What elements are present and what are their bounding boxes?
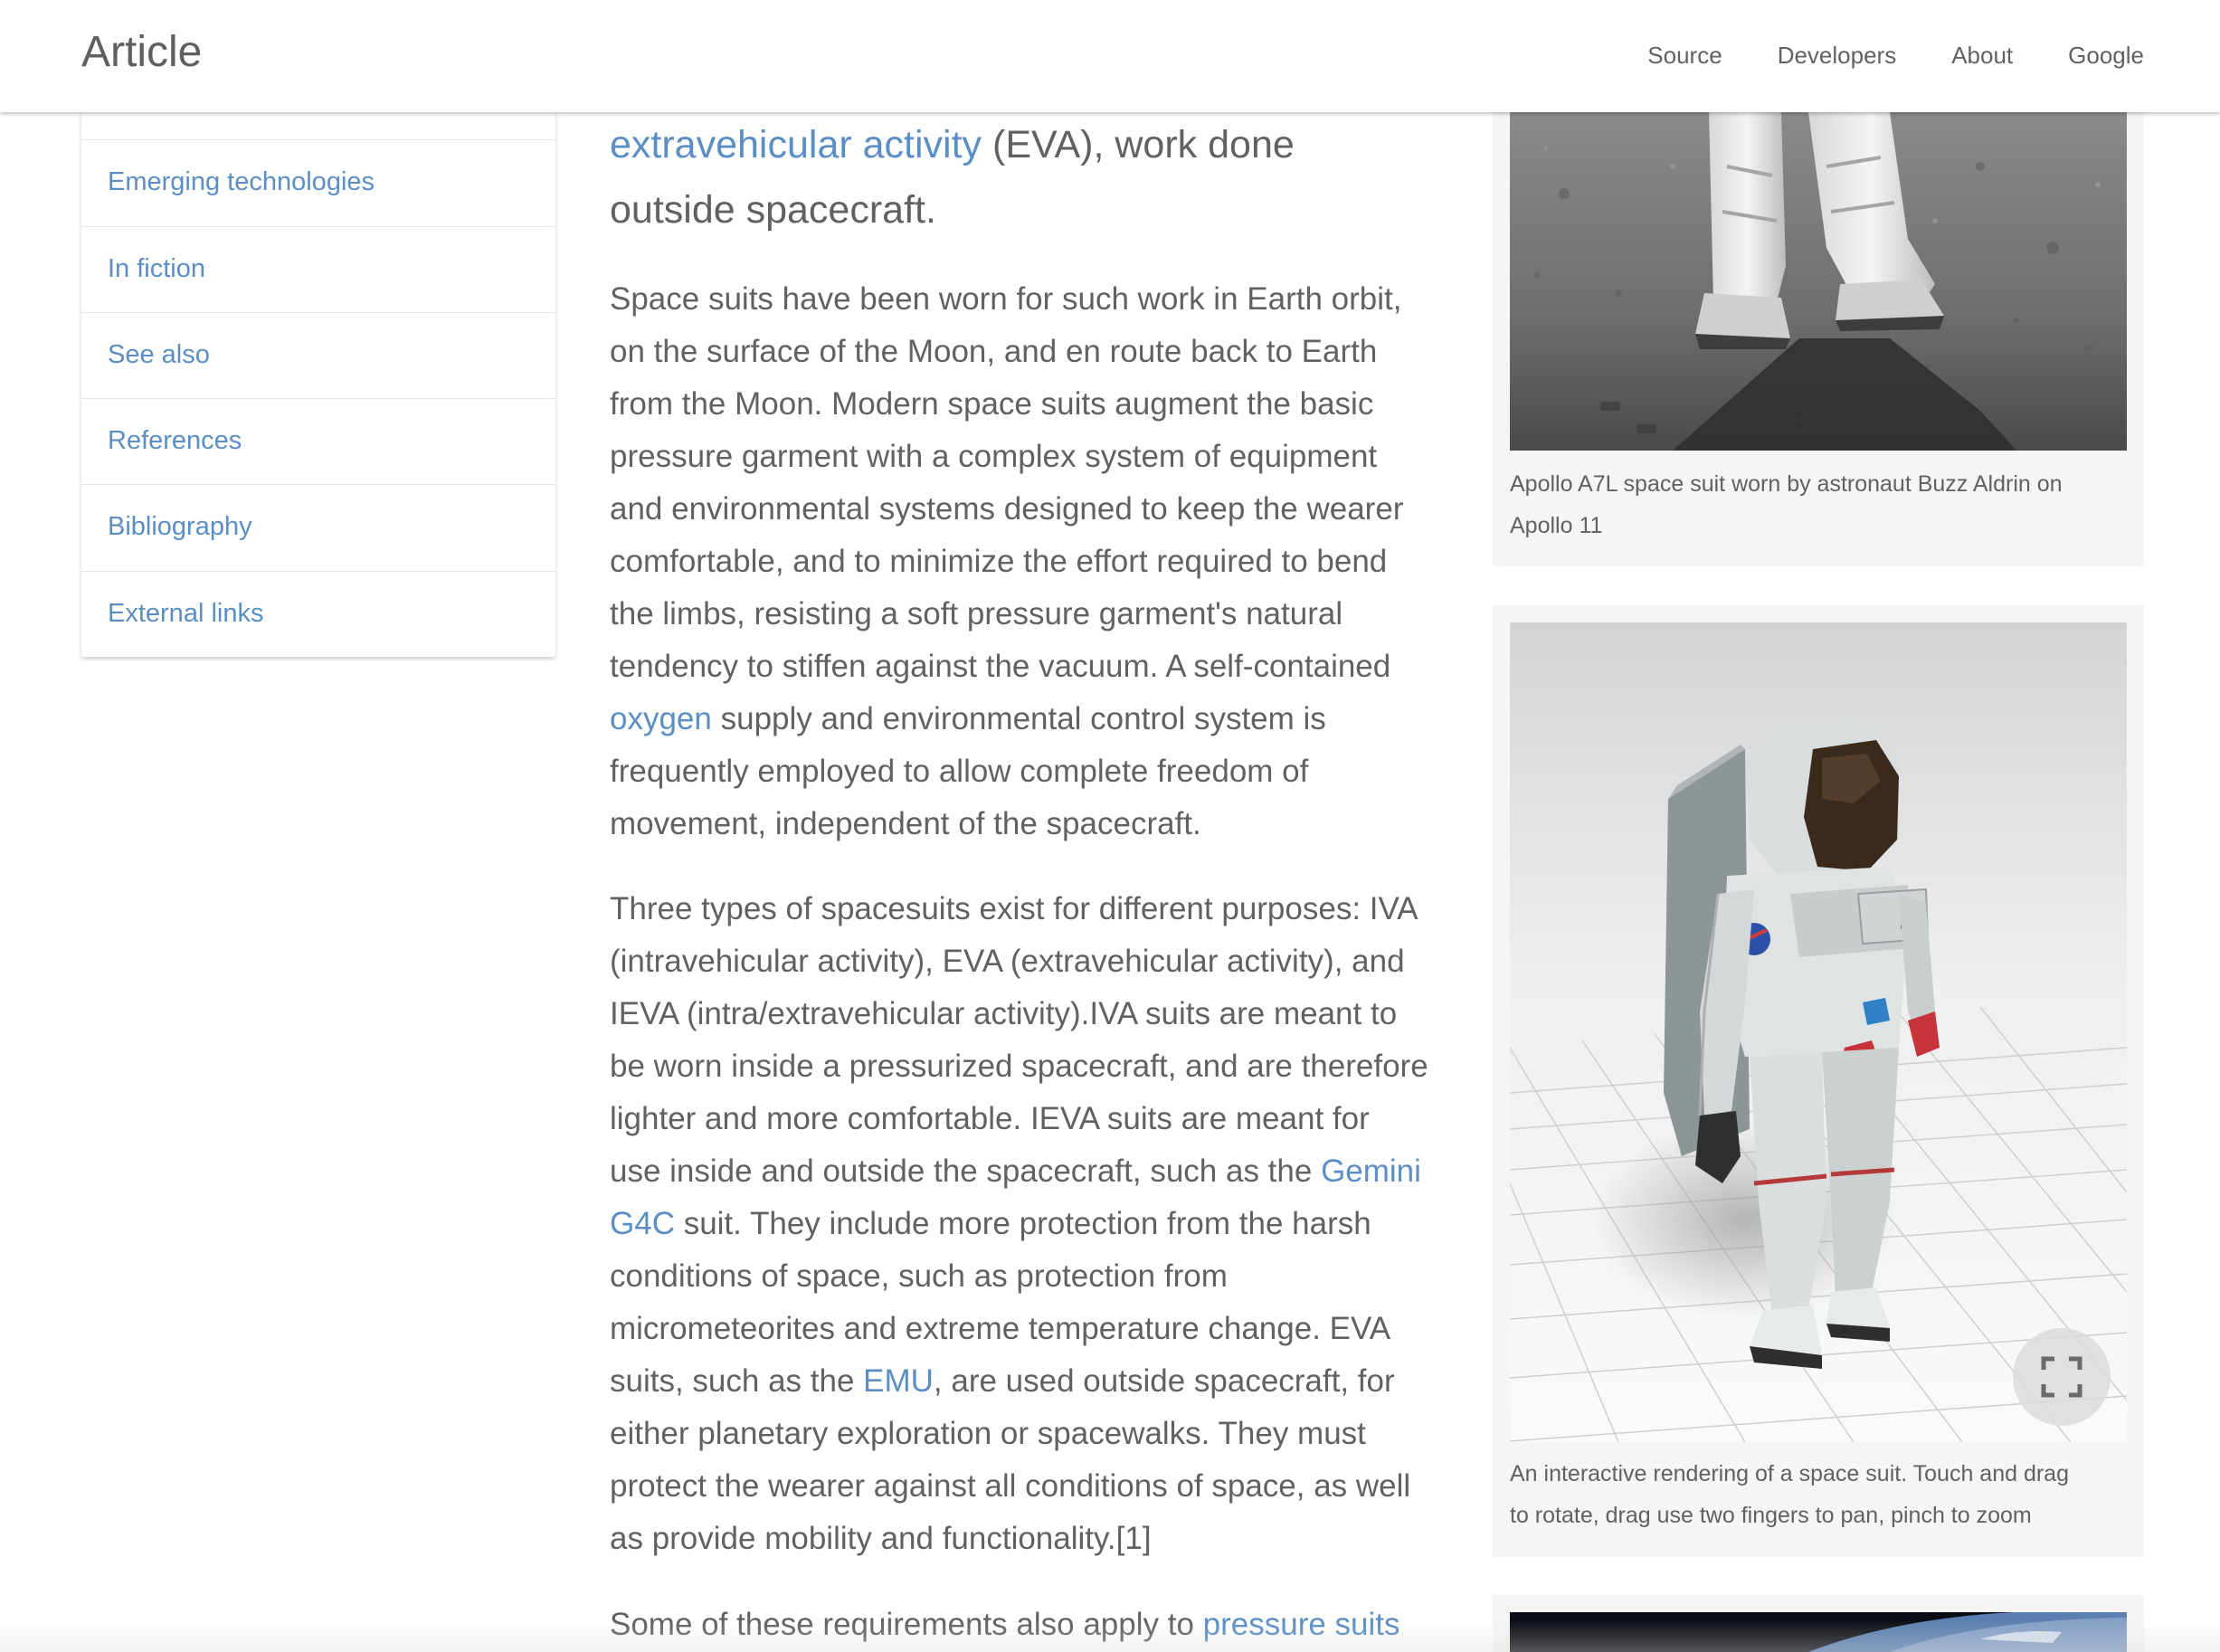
- toc-item-bibliography[interactable]: Bibliography: [81, 484, 555, 569]
- text-segment: , are used outside spacecraft, for: [933, 1363, 1395, 1399]
- text-segment: suits, such as the: [610, 1363, 864, 1399]
- top-app-bar: Article Source Developers About Google: [0, 0, 2220, 112]
- link-oxygen[interactable]: oxygen: [610, 701, 712, 736]
- figure-caption: Apollo A7L space suit worn by astronaut …: [1510, 463, 2127, 546]
- text-line: Space suits have been worn for such work…: [610, 281, 1402, 317]
- toc-item-external-links[interactable]: External links: [81, 571, 555, 656]
- 3d-model-viewer[interactable]: [1510, 622, 2127, 1442]
- text-line: on the surface of the Moon, and en route…: [610, 334, 1378, 369]
- text-line: micrometeorites and extreme temperature …: [610, 1311, 1391, 1346]
- text-line: frequently employed to allow complete fr…: [610, 754, 1309, 789]
- link-gemini-g4c-cont[interactable]: G4C: [610, 1206, 675, 1241]
- figure-3d-spacesuit: An interactive rendering of a space suit…: [1493, 605, 2144, 1557]
- app-title: Article: [81, 28, 203, 76]
- link-gemini-g4c[interactable]: Gemini: [1321, 1154, 1421, 1189]
- caption-line: An interactive rendering of a space suit…: [1510, 1461, 2069, 1486]
- text-line: suits, such as the EMU, are used outside…: [610, 1355, 1442, 1408]
- bottom-shadow: [0, 1619, 2220, 1652]
- figure-caption: An interactive rendering of a space suit…: [1510, 1453, 2127, 1536]
- text-line: G4C suit. They include more protection f…: [610, 1198, 1442, 1250]
- text-line: and environmental systems designed to ke…: [610, 491, 1404, 527]
- nav-link-developers[interactable]: Developers: [1778, 42, 1897, 70]
- text-line: tendency to stiffen against the vacuum. …: [610, 649, 1391, 684]
- apollo-photo-image: [1510, 112, 2127, 451]
- text-segment: use inside and outside the spacecraft, s…: [610, 1154, 1322, 1189]
- text-segment: supply and environmental control system …: [711, 701, 1326, 736]
- text-line: be worn inside a pressurized spacecraft,…: [610, 1049, 1428, 1084]
- nav-link-source[interactable]: Source: [1647, 42, 1722, 70]
- paragraph-2: Three types of spacesuits exist for diff…: [610, 883, 1442, 1565]
- text-line: protect the wearer against all condition…: [610, 1468, 1411, 1504]
- text-segment: suit. They include more protection from …: [674, 1206, 1371, 1241]
- paragraph-1: Space suits have been worn for such work…: [610, 273, 1442, 850]
- toc-item-in-fiction[interactable]: In fiction: [81, 226, 555, 311]
- link-extravehicular-activity[interactable]: extravehicular activity: [610, 123, 982, 166]
- toc-item-see-also[interactable]: See also: [81, 312, 555, 397]
- lead-line-2: outside spacecraft.: [610, 188, 936, 232]
- lead-text: (EVA), work done: [982, 123, 1295, 166]
- table-of-contents: Emerging technologies In fiction See als…: [81, 112, 555, 657]
- text-line: from the Moon. Modern space suits augmen…: [610, 386, 1374, 422]
- spacesuit-model: [1510, 622, 2127, 1442]
- text-line: either planetary exploration or spacewal…: [610, 1416, 1366, 1451]
- text-line: the limbs, resisting a soft pressure gar…: [610, 596, 1343, 631]
- page: Article Source Developers About Google E…: [0, 0, 2220, 1652]
- text-line: (intravehicular activity), EVA (extraveh…: [610, 944, 1405, 979]
- top-nav: Source Developers About Google: [1647, 42, 2144, 70]
- text-line: conditions of space, such as protection …: [610, 1258, 1228, 1294]
- caption-line: to rotate, drag use two fingers to pan, …: [1510, 1503, 2032, 1528]
- text-line: IEVA (intra/extravehicular activity).IVA…: [610, 996, 1398, 1031]
- text-line: Three types of spacesuits exist for diff…: [610, 891, 1418, 926]
- link-emu[interactable]: EMU: [863, 1363, 934, 1399]
- caption-line: Apollo A7L space suit worn by astronaut …: [1510, 471, 2063, 497]
- toc-item-references[interactable]: References: [81, 398, 555, 483]
- nav-link-about[interactable]: About: [1951, 42, 2013, 70]
- figure-apollo-photo: Apollo A7L space suit worn by astronaut …: [1493, 112, 2144, 566]
- text-line: pressure garment with a complex system o…: [610, 439, 1378, 474]
- nav-link-google[interactable]: Google: [2068, 42, 2144, 70]
- text-line: movement, independent of the spacecraft.: [610, 806, 1201, 841]
- expand-button[interactable]: [2013, 1328, 2111, 1426]
- caption-line: Apollo 11: [1510, 513, 1603, 538]
- text-line: use inside and outside the spacecraft, s…: [610, 1145, 1442, 1198]
- text-line: as provide mobility and functionality.[1…: [610, 1521, 1152, 1556]
- lead-line-1: extravehicular activity (EVA), work done: [610, 112, 1295, 177]
- text-line: oxygen supply and environmental control …: [610, 693, 1442, 745]
- toc-item-emerging-technologies[interactable]: Emerging technologies: [81, 139, 555, 224]
- text-line: comfortable, and to minimize the effort …: [610, 544, 1388, 579]
- fullscreen-expand-icon: [2041, 1356, 2082, 1398]
- apollo-photo: [1510, 112, 2127, 451]
- text-line: lighter and more comfortable. IEVA suits…: [610, 1101, 1370, 1136]
